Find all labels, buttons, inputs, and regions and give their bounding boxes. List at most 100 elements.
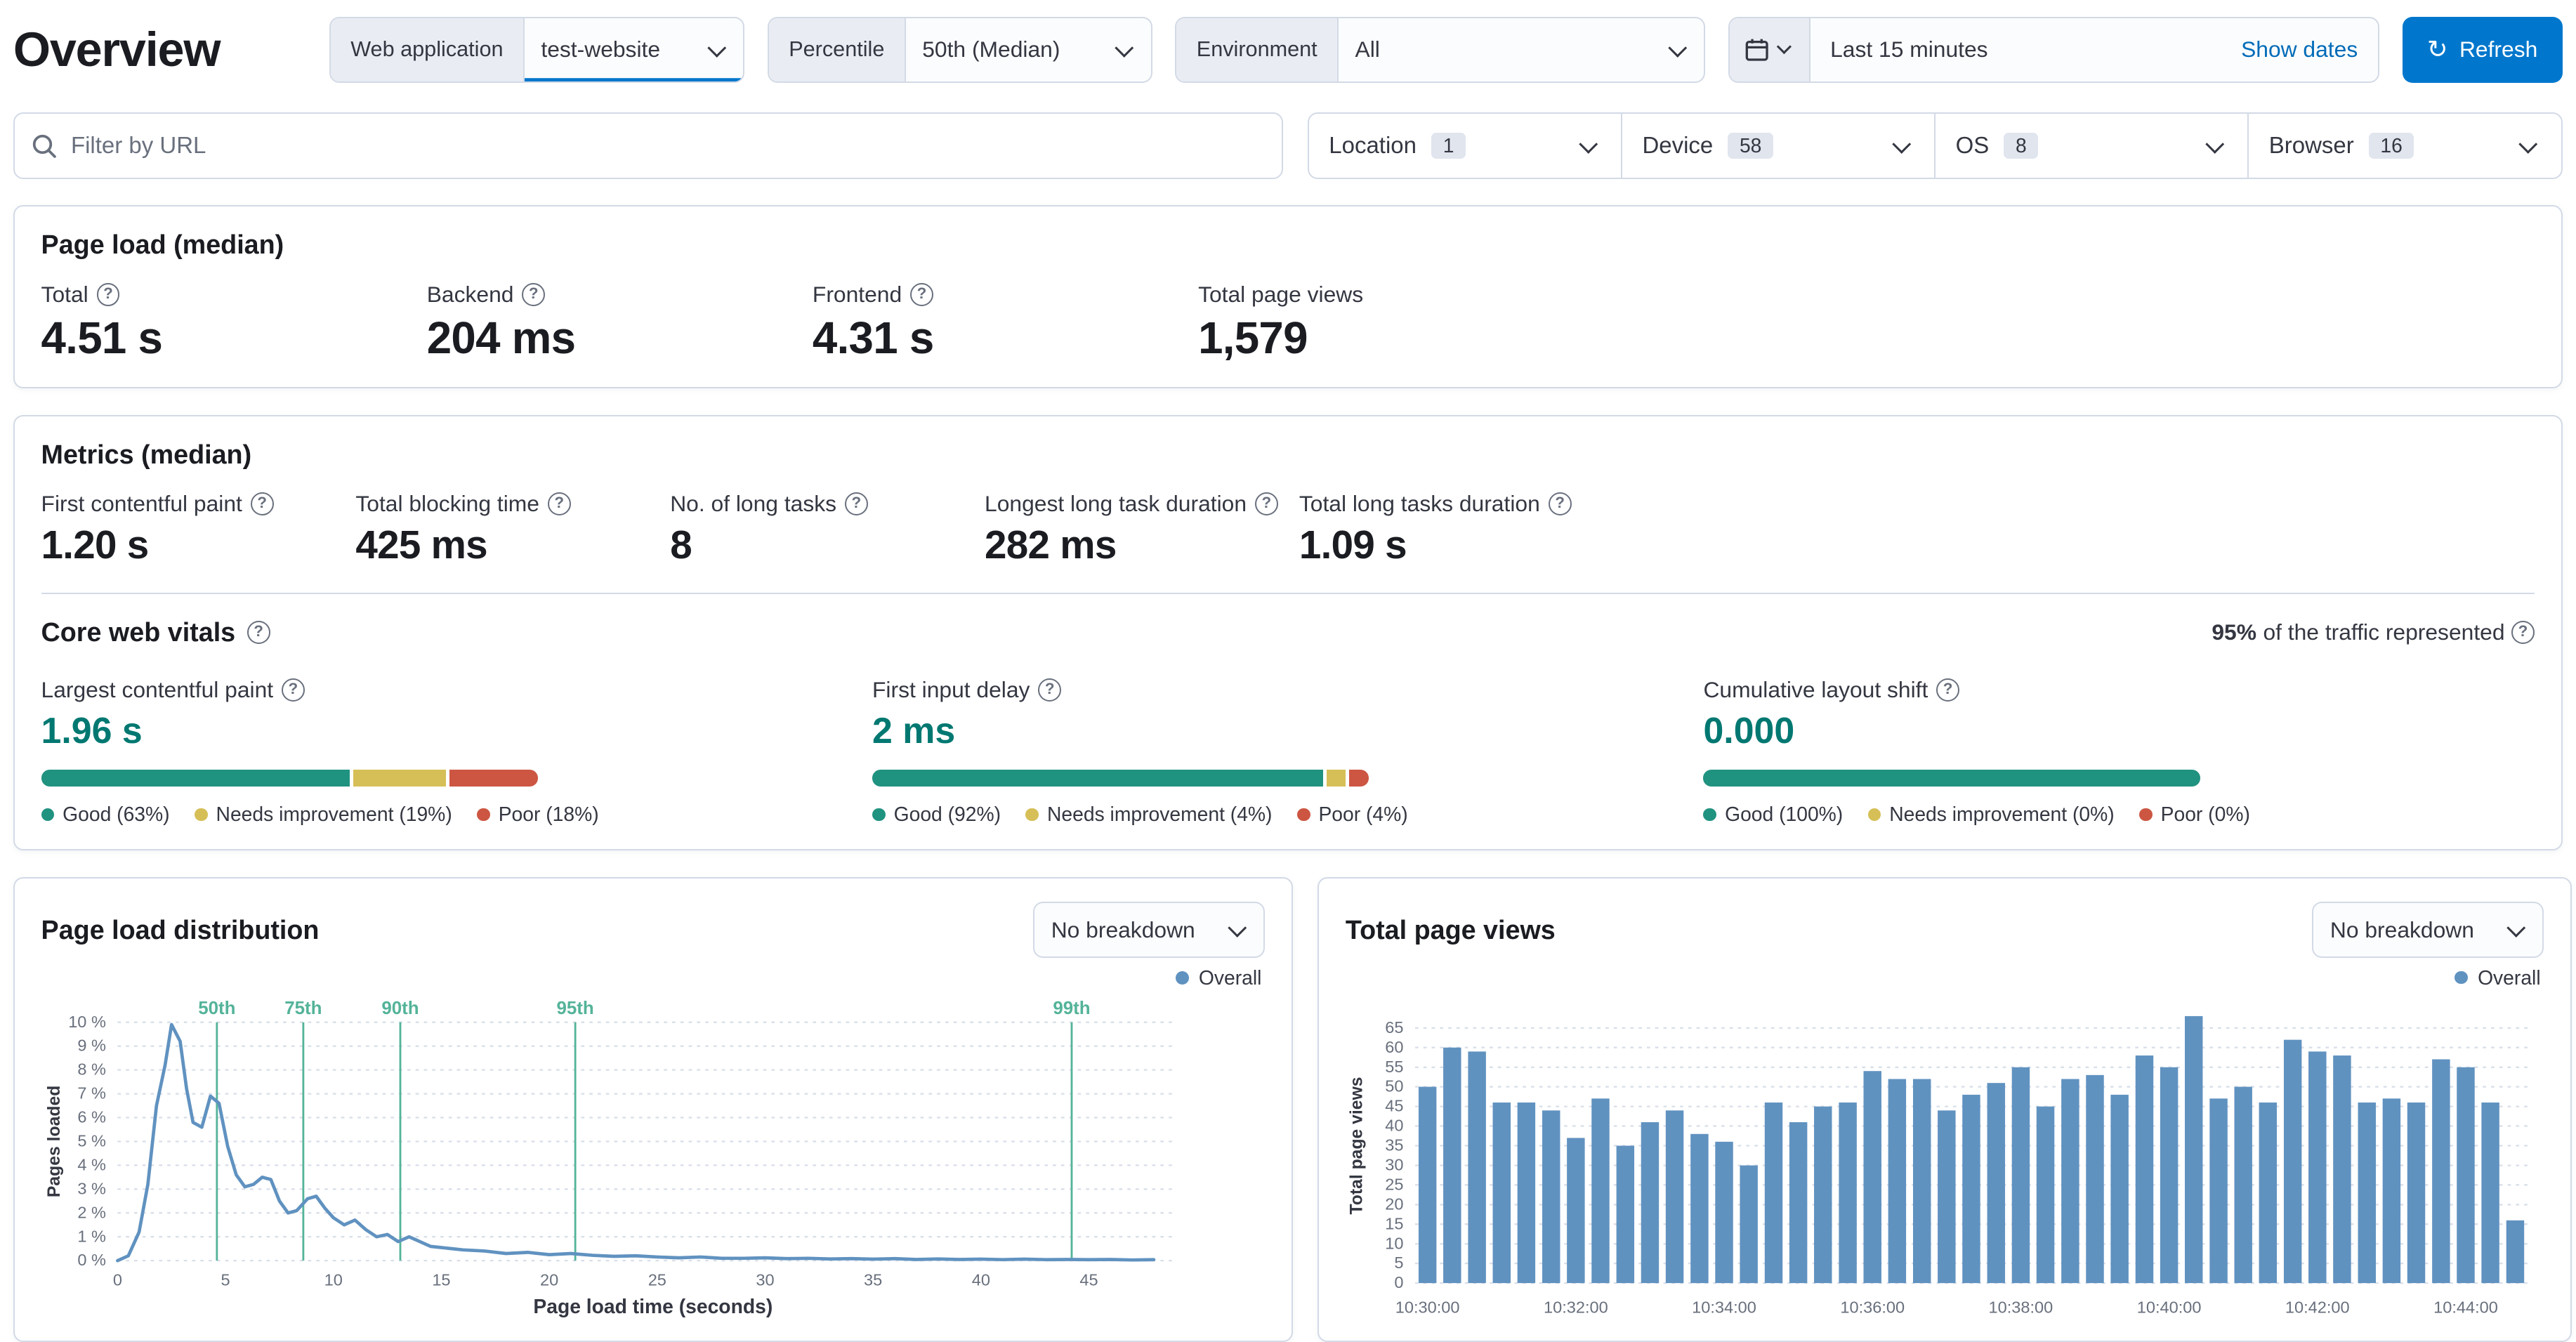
poor-dot [477, 808, 490, 822]
vital-value: 0.000 [1703, 710, 1795, 751]
svg-text:5: 5 [221, 1270, 230, 1289]
help-icon[interactable]: ? [2511, 620, 2535, 644]
help-icon[interactable]: ? [250, 492, 274, 516]
svg-text:10:32:00: 10:32:00 [1544, 1298, 1608, 1317]
filter-label: Browser [2268, 132, 2354, 159]
filter-label: Device [1642, 132, 1714, 159]
chevron-down-icon [1224, 916, 1251, 943]
help-icon[interactable]: ? [1038, 678, 1062, 702]
chevron-down-icon [1111, 37, 1138, 63]
svg-text:10 %: 10 % [68, 1013, 106, 1031]
total-page-views-title: Total page views [1345, 914, 1556, 945]
svg-text:1 %: 1 % [77, 1227, 106, 1245]
web-application-control: Web application test-website [329, 16, 744, 83]
help-icon[interactable]: ? [522, 282, 546, 306]
stat-value: 1.20 s [41, 522, 150, 567]
chart-legend[interactable]: Overall [1346, 963, 2541, 992]
vital-distribution-bar [872, 770, 1369, 787]
charts-row: Page load distribution No breakdown Over… [13, 877, 2572, 1342]
svg-text:25: 25 [1385, 1176, 1403, 1194]
legend-good: Good (63%) [41, 803, 170, 826]
web-application-select[interactable]: test-website [525, 18, 743, 81]
stat-longest-long-task: Longest long task duration? 282 ms [985, 491, 1299, 567]
svg-text:10:42:00: 10:42:00 [2285, 1298, 2350, 1317]
filter-device[interactable]: Device 58 [1621, 114, 1934, 178]
filter-os[interactable]: OS 8 [1934, 114, 2247, 178]
divider [41, 592, 2535, 594]
legend-good: Good (100%) [1703, 803, 1843, 826]
legend-poor: Poor (4%) [1296, 803, 1408, 826]
help-icon[interactable]: ? [281, 678, 305, 702]
svg-text:9 %: 9 % [77, 1037, 106, 1055]
filter-label: Location [1329, 132, 1417, 159]
stat-total: Total? 4.51 s [41, 282, 427, 364]
breakdown-select[interactable]: No breakdown [2312, 902, 2544, 959]
help-icon[interactable]: ? [1548, 492, 1572, 516]
svg-text:35: 35 [864, 1270, 882, 1289]
breakdown-select[interactable]: No breakdown [1033, 902, 1266, 959]
top-bar: Overview Web application test-website Pe… [0, 0, 2575, 89]
help-icon[interactable]: ? [844, 492, 868, 516]
help-icon[interactable]: ? [96, 282, 120, 306]
filter-count-badge: 8 [2004, 132, 2039, 159]
url-filter-input[interactable] [70, 132, 1266, 159]
environment-label: Environment [1176, 18, 1339, 81]
svg-text:15: 15 [1385, 1215, 1403, 1233]
metrics-panel: Metrics (median) First contentful paint?… [13, 414, 2563, 851]
svg-text:95th: 95th [556, 999, 593, 1018]
core-web-vitals-header: Core web vitals ? 95% of the traffic rep… [41, 617, 2535, 647]
svg-text:8 %: 8 % [77, 1060, 106, 1079]
refresh-button[interactable]: ↻ Refresh [2402, 16, 2563, 83]
svg-text:10:40:00: 10:40:00 [2137, 1298, 2202, 1317]
filter-browser[interactable]: Browser 16 [2247, 114, 2561, 178]
page-load-distribution-panel: Page load distribution No breakdown Over… [13, 877, 1293, 1342]
show-dates-link[interactable]: Show dates [2221, 18, 2378, 81]
svg-text:20: 20 [1385, 1195, 1403, 1213]
refresh-label: Refresh [2459, 37, 2538, 63]
filter-count-badge: 1 [1431, 132, 1466, 159]
page-load-title: Page load (median) [41, 230, 284, 260]
core-web-vitals-grid: Largest contentful paint? 1.96 s Good (6… [41, 677, 2535, 826]
needs-improvement-dot [1867, 808, 1881, 822]
help-icon[interactable]: ? [247, 620, 270, 644]
legend-overall: Overall [2478, 966, 2541, 989]
percentile-label: Percentile [768, 18, 906, 81]
help-icon[interactable]: ? [1936, 678, 1960, 702]
calendar-icon [1745, 39, 1768, 61]
stat-label: Backend [426, 281, 514, 307]
filter-label: OS [1955, 132, 1990, 159]
help-icon[interactable]: ? [547, 492, 571, 516]
url-filter [13, 112, 1283, 179]
percentile-select[interactable]: 50th (Median) [906, 18, 1151, 81]
filter-row: Location 1 Device 58 OS 8 Browser 16 [0, 89, 2575, 179]
environment-select[interactable]: All [1339, 18, 1704, 81]
web-application-label: Web application [330, 18, 525, 81]
vital-distribution-bar [1703, 770, 2200, 787]
stat-value: 4.51 s [41, 313, 163, 363]
good-segment [872, 770, 1323, 787]
calendar-menu-button[interactable] [1729, 18, 1811, 81]
needs-improvement-segment [353, 770, 447, 787]
total-page-views-chart[interactable]: 0 510 15 2025 30 3540 455055 6065 10:30:00 10:32:… [1346, 995, 2544, 1317]
stat-long-tasks-count: No. of long tasks? 8 [670, 491, 985, 567]
svg-text:5: 5 [1394, 1254, 1403, 1272]
chart-legend[interactable]: Overall [41, 963, 1261, 992]
svg-text:3 %: 3 % [77, 1179, 106, 1197]
vital-legend: Good (63%) Needs improvement (19%) Poor … [41, 803, 872, 826]
refresh-icon: ↻ [2426, 36, 2448, 64]
stat-value: 282 ms [985, 522, 1117, 567]
svg-text:50th: 50th [198, 999, 235, 1018]
help-icon[interactable]: ? [1254, 492, 1278, 516]
vital-value: 2 ms [872, 710, 956, 751]
vital-label: Cumulative layout shift [1703, 677, 1928, 703]
page-load-distribution-chart[interactable]: 0 % 1 % 2 % 3 % 4 % 5 % 6 % 7 % 8 % 9 % 10 % 0 5 10 15… [41, 996, 1265, 1293]
good-segment [1703, 770, 2200, 787]
svg-text:10: 10 [324, 1270, 342, 1289]
chevron-down-icon [2201, 133, 2228, 159]
time-range-button[interactable]: Last 15 minutes [1811, 18, 2221, 81]
filter-count-badge: 58 [1728, 132, 1773, 159]
page-load-panel: Page load (median) Total? 4.51 s Backend… [13, 205, 2563, 388]
filter-location[interactable]: Location 1 [1309, 114, 1621, 177]
traffic-represented: 95% of the traffic represented ? [2212, 619, 2535, 645]
help-icon[interactable]: ? [909, 282, 933, 306]
